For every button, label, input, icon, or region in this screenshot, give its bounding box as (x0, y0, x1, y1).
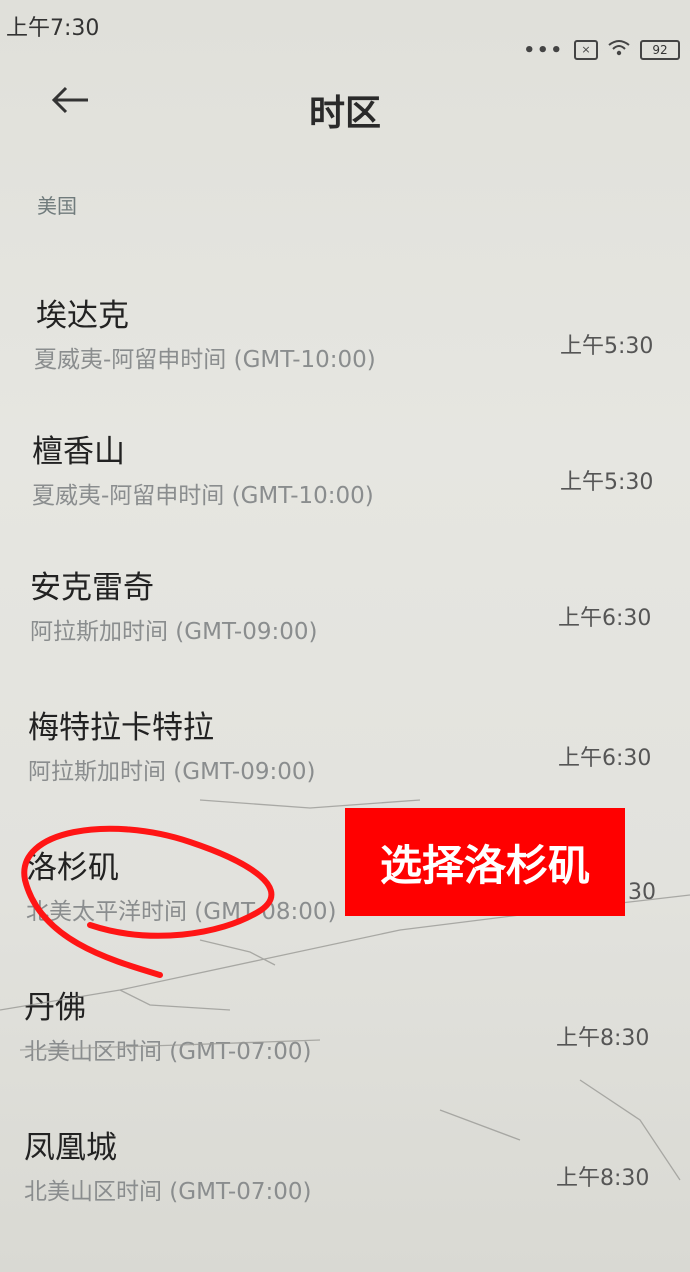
timezone-city: 洛杉矶 (26, 850, 119, 886)
timezone-city: 安克雷奇 (30, 570, 154, 606)
timezone-row-adak[interactable]: 埃达克 夏威夷-阿留申时间 (GMT-10:00) 上午5:30 (0, 290, 690, 410)
timezone-list: 埃达克 夏威夷-阿留申时间 (GMT-10:00) 上午5:30 檀香山 夏威夷… (0, 0, 690, 1272)
timezone-zone: 北美山区时间 (GMT-07:00) (24, 1179, 312, 1205)
timezone-local-time: 上午5:30 (560, 470, 654, 495)
callout-text: 选择洛杉矶 (379, 840, 590, 890)
timezone-zone: 夏威夷-阿留申时间 (GMT-10:00) (34, 347, 376, 373)
timezone-local-time: 上午8:30 (556, 1026, 650, 1051)
timezone-zone: 北美太平洋时间 (GMT-08:00) (26, 899, 337, 925)
timezone-city: 埃达克 (36, 298, 129, 334)
timezone-local-time: 30 (628, 880, 656, 905)
timezone-local-time: 上午6:30 (558, 606, 652, 631)
timezone-row-anchorage[interactable]: 安克雷奇 阿拉斯加时间 (GMT-09:00) 上午6:30 (0, 562, 690, 682)
timezone-zone: 阿拉斯加时间 (GMT-09:00) (28, 759, 316, 785)
timezone-city: 梅特拉卡特拉 (28, 710, 214, 746)
timezone-local-time: 上午8:30 (556, 1166, 650, 1191)
timezone-zone: 北美山区时间 (GMT-07:00) (24, 1039, 312, 1065)
timezone-local-time: 上午6:30 (558, 746, 652, 771)
timezone-city: 檀香山 (32, 434, 125, 470)
timezone-local-time: 上午5:30 (560, 334, 654, 359)
phone-screen: 上午7:30 ••• × 92 时区 美国 埃达克 夏威夷-阿留申时间 (GMT… (0, 0, 690, 1272)
timezone-city: 凤凰城 (24, 1130, 117, 1166)
timezone-zone: 夏威夷-阿留申时间 (GMT-10:00) (32, 483, 374, 509)
timezone-row-denver[interactable]: 丹佛 北美山区时间 (GMT-07:00) 上午8:30 (0, 982, 690, 1102)
timezone-city: 丹佛 (24, 990, 86, 1026)
timezone-zone: 阿拉斯加时间 (GMT-09:00) (30, 619, 318, 645)
timezone-row-phoenix[interactable]: 凤凰城 北美山区时间 (GMT-07:00) 上午8:30 (0, 1122, 690, 1242)
instruction-callout: 选择洛杉矶 (345, 808, 625, 916)
timezone-row-honolulu[interactable]: 檀香山 夏威夷-阿留申时间 (GMT-10:00) 上午5:30 (0, 426, 690, 546)
timezone-row-metlakatla[interactable]: 梅特拉卡特拉 阿拉斯加时间 (GMT-09:00) 上午6:30 (0, 702, 690, 822)
